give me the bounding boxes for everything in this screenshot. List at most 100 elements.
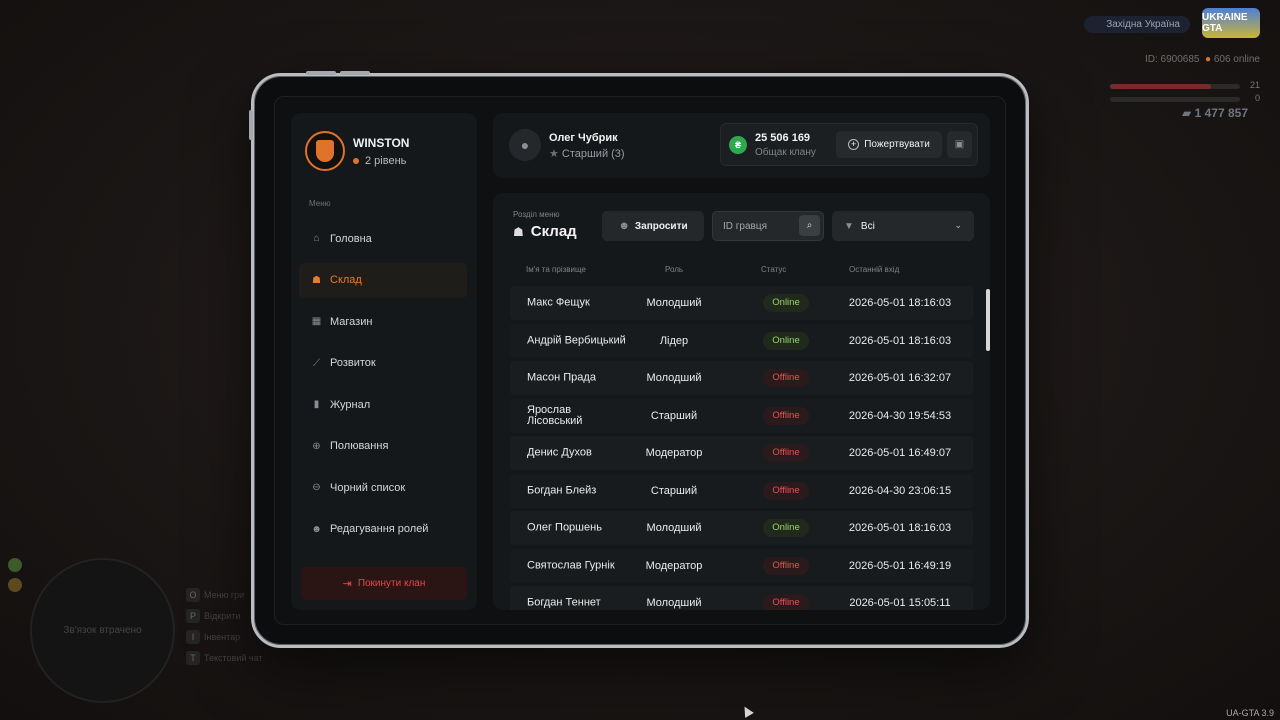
invite-button[interactable]: ☻ Запросити [602,211,704,241]
search-box: ⌕ [712,211,824,241]
storage-box-button[interactable]: ▣ [947,131,972,158]
clan-header: WINSTON 2 рівень [305,131,409,171]
hotkey-item: T Текстовий чат [186,651,263,665]
member-name: Макс Фещук [527,296,590,309]
avatar: ● [509,129,541,161]
status-badge: Offline [763,444,809,462]
clan-logo-icon [305,131,345,171]
page-title-label: Склад [530,223,577,240]
tablet-screen: WINSTON 2 рівень Меню ⌂ Головна ☗ Склад ▦ Маг… [274,96,1006,625]
armor-bar [1110,97,1240,102]
home-icon: ⌂ [313,233,320,244]
member-name: Денис Духов [527,446,592,459]
table-row[interactable]: Андрій Вербицький Лідер Online 2026-05-01 1… [510,323,973,358]
money-display: ▰ 1 477 857 [1182,106,1248,120]
money-icon: ▰ [1182,106,1192,120]
table-row[interactable]: Макс Фещук Молодший Online 2026-05-01 18:16… [510,286,973,320]
hunger-icon [8,558,22,572]
column-last-login: Останній вхід [849,265,900,274]
last-login: 2026-05-01 18:16:03 [848,297,952,309]
status-badge: Online [763,294,809,312]
target-icon: ⊕ [312,440,321,452]
member-name: Богдан Теннет [527,596,601,609]
star-icon: ★ [549,148,559,160]
table-row[interactable]: Ярослав Лісовський Старший Offline 2026-04-… [510,398,973,433]
health-value: 21 [1249,80,1260,90]
sidebar-item-label: Редагування ролей [330,523,429,535]
table-header: Ім'я та прізвище Роль Статус Останній вх… [510,265,973,279]
balance-label: Общак клану [755,147,816,158]
member-role: Модератор [645,559,703,572]
status-icons [8,558,22,598]
sidebar-item-5[interactable]: ▮ Журнал [299,387,467,422]
last-login: 2026-04-30 23:06:15 [848,484,952,497]
sidebar-item-label: Головна [330,232,372,245]
table-row[interactable]: Богдан Блейз Старший Offline 2026-04-30 23:… [510,473,973,508]
minimap-status: Зв'язок втрачено [63,625,142,636]
members-table: Макс Фещук Молодший Online 2026-05-01 18:16… [510,286,973,610]
members-panel: Розділ меню ☗ Склад ☻ Запросити ⌕ ▼ Всі … [493,193,990,610]
clan-name: WINSTON [353,135,410,150]
status-badge: Offline [763,556,809,575]
sidebar-item-6[interactable]: ⊕ Полювання [299,429,467,464]
book-icon: ▮ [313,399,320,410]
member-role: Старший [650,484,698,497]
balance-value: 25 506 169 [755,132,811,144]
last-login: 2026-05-01 16:32:07 [848,372,952,384]
clan-level-label: 2 рівень [365,154,407,167]
armor-value: 0 [1254,93,1260,103]
user-name: Олег Чубрик [549,132,618,144]
last-login: 2026-05-01 18:16:03 [848,334,952,347]
sidebar-item-4[interactable]: ⟋ Розвиток [299,346,467,381]
table-row[interactable]: Масон Прада Молодший Offline 2026-05-01 16:… [510,361,973,395]
sidebar-item-7[interactable]: ⊖ Чорний список [299,470,467,505]
sidebar-item-3[interactable]: ▦ Магазин [299,304,467,339]
leave-clan-button[interactable]: ⇥ Покинути клан [301,567,467,600]
table-row[interactable]: Олег Поршень Молодший Online 2026-05-01 18:… [510,511,973,545]
mouse-cursor-icon [740,704,754,718]
people-icon: ☗ [312,274,321,286]
currency-icon: ₴ [729,136,747,154]
member-name: Ярослав Лісовський [527,403,583,427]
search-button[interactable]: ⌕ [799,215,820,236]
hotkey-item: I Інвентар [186,630,263,644]
player-id: ID: 6900685 [1144,54,1200,65]
column-role: Роль [665,265,684,274]
donate-button[interactable]: + Пожертвувати [836,131,942,158]
sidebar-item-label: Розвиток [330,357,376,369]
tablet-button [249,110,253,140]
column-name: Ім'я та прізвище [526,265,586,274]
player-id-line: ID: 6900685 ● 606 online [1145,54,1260,65]
sidebar-item-2[interactable]: ☗ Склад [299,262,467,298]
shop-icon: ▦ [311,316,322,327]
online-count: 606 online [1213,54,1260,65]
sidebar-item-1[interactable]: ⌂ Головна [299,221,467,256]
status-badge: Offline [763,406,809,425]
status-badge: Online [763,519,809,537]
scrollbar[interactable] [986,289,990,351]
last-login: 2026-04-30 19:54:53 [848,409,952,422]
sidebar-menu: ⌂ Головна ☗ Склад ▦ Магазин ⟋ Розвиток ▮ Журнал ⊕ П… [299,221,467,553]
sidebar-item-8[interactable]: ☻ Редагування ролей [299,512,467,547]
thirst-icon [8,578,22,592]
table-row[interactable]: Святослав Гурнік Модератор Offline 2026-05-… [510,548,973,583]
player-id-input[interactable] [713,212,797,240]
section-caption: Розділ меню [513,210,560,219]
status-badge: Online [763,331,809,350]
member-role: Молодший [646,372,702,384]
donate-label: Пожертвувати [864,139,930,150]
member-role: Молодший [646,297,702,309]
sidebar-item-label: Журнал [330,398,371,411]
sidebar-item-label: Полювання [330,440,389,452]
block-icon: ⊖ [312,482,321,493]
invite-label: Запросити [634,220,688,232]
member-name: Олег Поршень [527,521,602,534]
member-name: Масон Прада [527,371,596,384]
money-value: 1 477 857 [1194,106,1248,120]
minimap: Зв'язок втрачено [30,558,175,703]
table-row[interactable]: Богдан Теннет Молодший Offline 2026-05-01 1… [510,586,973,610]
table-row[interactable]: Денис Духов Модератор Offline 2026-05-01 16… [510,436,973,470]
sidebar-item-label: Чорний список [330,481,406,494]
status-filter-select[interactable]: ▼ Всі ⌄ [832,211,974,241]
box-icon: ▣ [954,139,965,150]
